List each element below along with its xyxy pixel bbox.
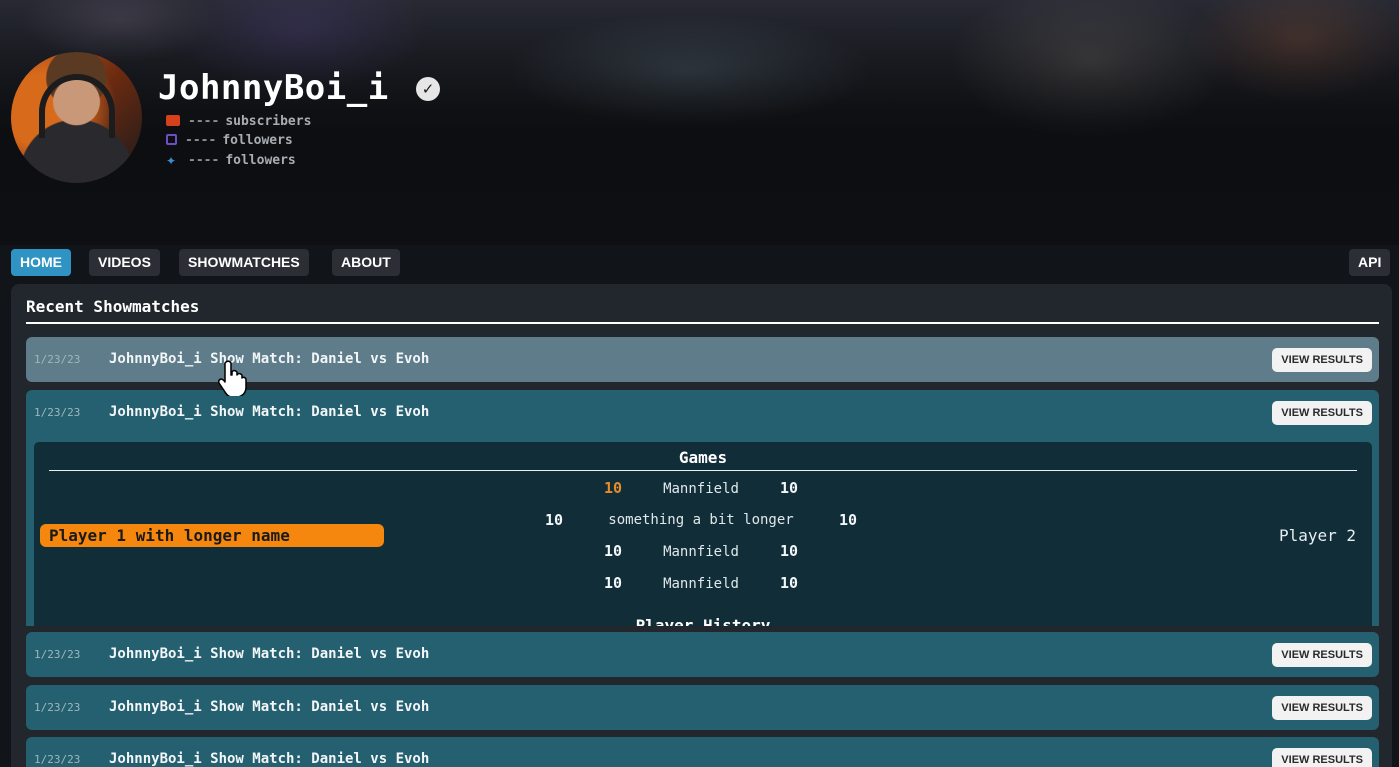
channel-avatar (11, 52, 142, 183)
showmatch-row[interactable]: 1/23/23 JohnnyBoi_i Show Match: Daniel v… (26, 632, 1379, 677)
player-history-heading: Player History (635, 616, 771, 626)
match-title: JohnnyBoi_i Show Match: Daniel vs Evoh (109, 699, 430, 715)
verified-check-icon: ✓ (416, 77, 440, 101)
twitch-followers-stat: ---- followers (166, 133, 293, 149)
showmatch-row-expanded[interactable]: 1/23/23 JohnnyBoi_i Show Match: Daniel v… (26, 390, 1379, 626)
api-button[interactable]: API (1349, 249, 1391, 276)
tab-showmatches[interactable]: SHOWMATCHES (179, 249, 309, 276)
youtube-icon (166, 115, 180, 126)
tab-videos[interactable]: VIDEOS (89, 249, 160, 276)
view-results-button[interactable]: VIEW RESULTS (1272, 348, 1372, 372)
game-map: Mannfield (663, 481, 739, 497)
player1-series-score: 10 (545, 511, 564, 529)
tab-home[interactable]: HOME (11, 249, 71, 276)
match-title: JohnnyBoi_i Show Match: Daniel vs Evoh (109, 404, 430, 420)
twitch-icon (166, 134, 177, 145)
games-heading: Games (678, 448, 728, 467)
channel-name: JohnnyBoi_i (158, 68, 389, 108)
game-score-p2: 10 (780, 574, 799, 592)
game-map: something a bit longer (608, 512, 794, 528)
headset-graphic (39, 74, 115, 138)
hand-cursor-icon (218, 360, 247, 396)
player2-series-score: 10 (839, 511, 858, 529)
match-date: 1/23/23 (34, 648, 81, 661)
match-results-panel: Games Player 1 with longer name Player 2… (34, 442, 1372, 626)
match-title: JohnnyBoi_i Show Match: Daniel vs Evoh (109, 646, 430, 662)
view-results-button[interactable]: VIEW RESULTS (1272, 696, 1372, 720)
section-divider (26, 322, 1379, 324)
tab-about[interactable]: ABOUT (332, 249, 400, 276)
game-score-p2: 10 (780, 542, 799, 560)
twitter-icon: ✦ (166, 154, 177, 168)
youtube-subscribers-stat: ---- subscribers (166, 114, 311, 130)
game-map: Mannfield (663, 576, 739, 592)
match-title: JohnnyBoi_i Show Match: Daniel vs Evoh (109, 751, 430, 767)
game-map: Mannfield (663, 544, 739, 560)
match-date: 1/23/23 (34, 753, 81, 766)
view-results-button[interactable]: VIEW RESULTS (1272, 401, 1372, 425)
player1-name: Player 1 with longer name (40, 524, 384, 547)
twitter-followers-stat: ✦ ---- followers (166, 153, 296, 168)
view-results-button[interactable]: VIEW RESULTS (1272, 748, 1372, 767)
match-date: 1/23/23 (34, 353, 81, 366)
view-results-button[interactable]: VIEW RESULTS (1272, 643, 1372, 667)
showmatch-row[interactable]: 1/23/23 JohnnyBoi_i Show Match: Daniel v… (26, 685, 1379, 730)
match-title: JohnnyBoi_i Show Match: Daniel vs Evoh (109, 351, 430, 367)
match-date: 1/23/23 (34, 701, 81, 714)
player2-name: Player 2 (1278, 526, 1356, 545)
showmatch-row[interactable]: 1/23/23 JohnnyBoi_i Show Match: Daniel v… (26, 737, 1379, 767)
games-divider (49, 470, 1357, 471)
match-date: 1/23/23 (34, 406, 81, 419)
game-score-p2: 10 (780, 479, 799, 497)
section-title: Recent Showmatches (26, 297, 200, 316)
